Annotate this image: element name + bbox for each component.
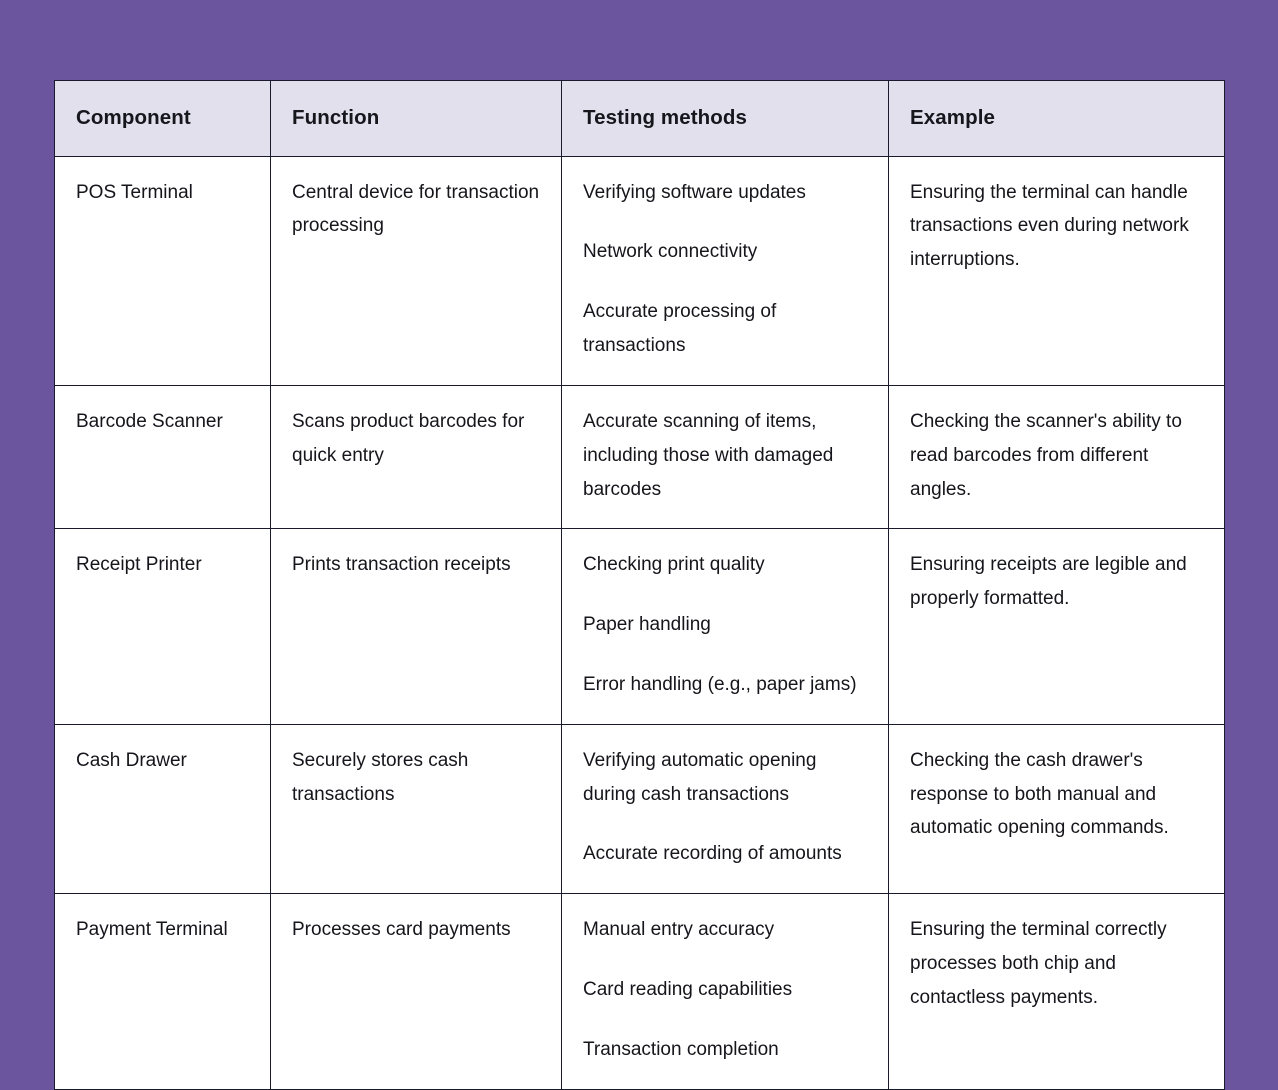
component-text: POS Terminal — [76, 181, 193, 203]
column-header-testing-methods: Testing methods — [561, 80, 889, 157]
cell-function: Processes card payments — [270, 893, 562, 1090]
pos-components-table: Component Function Testing methods Examp… — [54, 80, 1225, 1090]
table-row: POS Terminal Central device for transact… — [54, 155, 1225, 386]
example-text: Ensuring the terminal can handle transac… — [910, 181, 1189, 271]
cell-example: Ensuring the terminal correctly processe… — [888, 893, 1225, 1090]
cell-example: Ensuring the terminal can handle transac… — [888, 155, 1225, 386]
testing-methods-list: Verifying software updates Network conne… — [583, 176, 868, 363]
testing-methods-list: Checking print quality Paper handling Er… — [583, 548, 868, 701]
testing-method-item: Network connectivity — [583, 241, 758, 263]
cell-testing-methods: Accurate scanning of items, including th… — [561, 384, 889, 530]
testing-method-item: Accurate recording of amounts — [583, 843, 842, 865]
testing-method-item: Accurate processing of transactions — [583, 301, 777, 357]
testing-method-item: Card reading capabilities — [583, 979, 793, 1001]
cell-testing-methods: Checking print quality Paper handling Er… — [561, 528, 889, 725]
cell-example: Checking the scanner's ability to read b… — [888, 384, 1225, 530]
component-text: Receipt Printer — [76, 554, 202, 576]
cell-testing-methods: Manual entry accuracy Card reading capab… — [561, 893, 889, 1090]
cell-component: Payment Terminal — [54, 893, 271, 1090]
testing-method-item: Accurate scanning of items, including th… — [583, 410, 834, 500]
testing-method-item: Manual entry accuracy — [583, 919, 775, 941]
table-row: Payment Terminal Processes card payments… — [54, 893, 1225, 1090]
component-text: Payment Terminal — [76, 919, 228, 941]
table-header: Component Function Testing methods Examp… — [54, 80, 1225, 157]
column-header-function: Function — [270, 80, 562, 157]
cell-example: Ensuring receipts are legible and proper… — [888, 528, 1225, 725]
table-row: Cash Drawer Securely stores cash transac… — [54, 723, 1225, 895]
testing-method-item: Checking print quality — [583, 554, 765, 576]
cell-example: Checking the cash drawer's response to b… — [888, 723, 1225, 895]
testing-method-item: Paper handling — [583, 614, 711, 636]
cell-testing-methods: Verifying software updates Network conne… — [561, 155, 889, 386]
testing-method-item: Verifying software updates — [583, 181, 806, 203]
testing-method-item: Transaction completion — [583, 1038, 779, 1060]
cell-function: Scans product barcodes for quick entry — [270, 384, 562, 530]
function-text: Processes card payments — [292, 919, 511, 941]
cell-component: Receipt Printer — [54, 528, 271, 725]
column-header-example: Example — [888, 80, 1225, 157]
component-text: Barcode Scanner — [76, 410, 223, 432]
cell-testing-methods: Verifying automatic opening during cash … — [561, 723, 889, 895]
testing-methods-list: Accurate scanning of items, including th… — [583, 405, 868, 506]
page-canvas: Component Function Testing methods Examp… — [0, 0, 1278, 1090]
function-text: Central device for transaction processin… — [292, 181, 540, 237]
example-text: Checking the scanner's ability to read b… — [910, 410, 1182, 500]
cell-function: Central device for transaction processin… — [270, 155, 562, 386]
function-text: Prints transaction receipts — [292, 554, 511, 576]
table-row: Receipt Printer Prints transaction recei… — [54, 528, 1225, 725]
cell-function: Securely stores cash transactions — [270, 723, 562, 895]
testing-methods-list: Manual entry accuracy Card reading capab… — [583, 913, 868, 1066]
table-container: Component Function Testing methods Examp… — [54, 80, 1225, 1090]
table-header-row: Component Function Testing methods Examp… — [54, 80, 1225, 157]
cell-component: Barcode Scanner — [54, 384, 271, 530]
cell-function: Prints transaction receipts — [270, 528, 562, 725]
cell-component: Cash Drawer — [54, 723, 271, 895]
table-body: POS Terminal Central device for transact… — [54, 155, 1225, 1090]
function-text: Securely stores cash transactions — [292, 749, 469, 805]
cell-component: POS Terminal — [54, 155, 271, 386]
testing-methods-list: Verifying automatic opening during cash … — [583, 744, 868, 871]
function-text: Scans product barcodes for quick entry — [292, 410, 525, 466]
component-text: Cash Drawer — [76, 749, 187, 771]
table-row: Barcode Scanner Scans product barcodes f… — [54, 384, 1225, 530]
example-text: Ensuring receipts are legible and proper… — [910, 554, 1187, 610]
testing-method-item: Verifying automatic opening during cash … — [583, 749, 817, 805]
testing-method-item: Error handling (e.g., paper jams) — [583, 673, 857, 695]
example-text: Checking the cash drawer's response to b… — [910, 749, 1169, 839]
example-text: Ensuring the terminal correctly processe… — [910, 919, 1167, 1008]
column-header-component: Component — [54, 80, 271, 157]
